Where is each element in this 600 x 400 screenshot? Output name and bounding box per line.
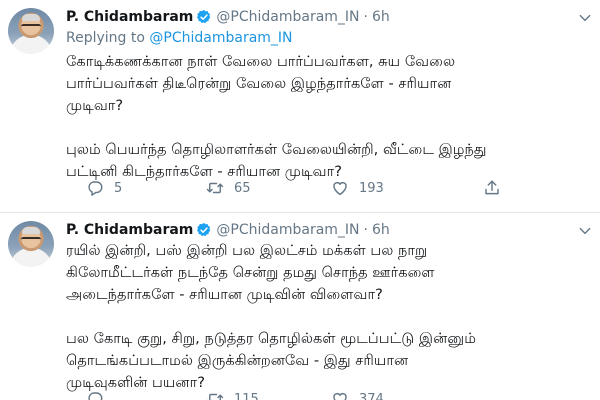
retweet-count: 115	[234, 391, 259, 400]
text-line: முடிவா?	[66, 97, 124, 114]
author-handle[interactable]: @PChidambaram_IN	[216, 8, 359, 26]
like-button[interactable]: 193	[331, 179, 384, 197]
retweet-icon	[206, 182, 224, 194]
retweet-count: 65	[234, 180, 251, 196]
replying-label: Replying to	[66, 30, 145, 46]
text-line: ரயில் இன்றி, பஸ் இன்றி பல இலட்சம் மக்கள்…	[66, 242, 428, 259]
retweet-icon	[206, 393, 224, 400]
author-name[interactable]: P. Chidambaram	[66, 221, 193, 239]
verified-badge-icon	[197, 10, 211, 24]
retweet-button[interactable]: 65	[206, 179, 251, 197]
tweet-actions: 5 65 193	[86, 178, 526, 198]
separator-dot: ·	[363, 222, 368, 238]
tweet-text: கோடிக்கணக்கான நாள் வேலை பார்ப்பவர்கள, சு…	[66, 51, 592, 183]
replying-to: Replying to @PChidambaram_IN	[66, 30, 293, 46]
verified-badge-icon	[197, 223, 211, 237]
chevron-down-icon[interactable]	[578, 11, 592, 25]
reply-icon	[88, 181, 103, 196]
tweet[interactable]: P. Chidambaram @PChidambaram_IN · 6h Rep…	[0, 0, 600, 212]
text-line: அடைந்தார்களே - சரியான முடிவின் விளைவா?	[66, 286, 383, 303]
share-icon	[485, 180, 499, 195]
like-count: 374	[359, 391, 384, 400]
tweet[interactable]: P. Chidambaram @PChidambaram_IN · 6h ரயி…	[0, 213, 600, 400]
reply-button[interactable]: 5	[86, 179, 122, 197]
tweet-header: P. Chidambaram @PChidambaram_IN · 6h	[66, 8, 390, 26]
text-line: பல கோடி குறு, சிறு, நடுத்தர தொழில்கள் மூ…	[66, 330, 476, 347]
retweet-button[interactable]: 115	[206, 390, 259, 400]
like-count: 193	[359, 180, 384, 196]
share-button[interactable]	[483, 179, 501, 197]
like-icon	[333, 181, 347, 196]
avatar[interactable]	[8, 8, 54, 54]
author-name[interactable]: P. Chidambaram	[66, 8, 193, 26]
avatar[interactable]	[8, 221, 54, 267]
text-line: தொடங்கப்படாமல் இருக்கின்றனவே - இது சரியா…	[66, 352, 409, 369]
like-button[interactable]: 374	[331, 390, 384, 400]
tweet-text: ரயில் இன்றி, பஸ் இன்றி பல இலட்சம் மக்கள்…	[66, 240, 592, 394]
reply-icon	[88, 392, 103, 400]
reply-count: 5	[114, 180, 123, 196]
like-icon	[333, 392, 347, 400]
text-line: கிலோமீட்டர்கள் நடந்தே சென்று தமது சொந்த …	[66, 264, 435, 281]
text-line: கோடிக்கணக்கான நாள் வேலை பார்ப்பவர்கள, சு…	[66, 53, 456, 70]
timestamp[interactable]: 6h	[372, 8, 390, 26]
tweet-actions: 115 374	[86, 389, 526, 400]
text-line: பார்ப்பவர்கள் திடீரென்று வேலை இழந்தார்கள…	[66, 75, 452, 92]
chevron-down-icon[interactable]	[578, 224, 592, 238]
author-handle[interactable]: @PChidambaram_IN	[216, 221, 359, 239]
timestamp[interactable]: 6h	[372, 221, 390, 239]
separator-dot: ·	[363, 9, 368, 25]
reply-button[interactable]	[86, 390, 104, 400]
text-line: புலம் பெயர்ந்த தொழிலாளர்கள் வேலையின்றி, …	[66, 141, 487, 158]
tweet-header: P. Chidambaram @PChidambaram_IN · 6h	[66, 221, 390, 239]
replying-handle-link[interactable]: @PChidambaram_IN	[149, 30, 292, 46]
